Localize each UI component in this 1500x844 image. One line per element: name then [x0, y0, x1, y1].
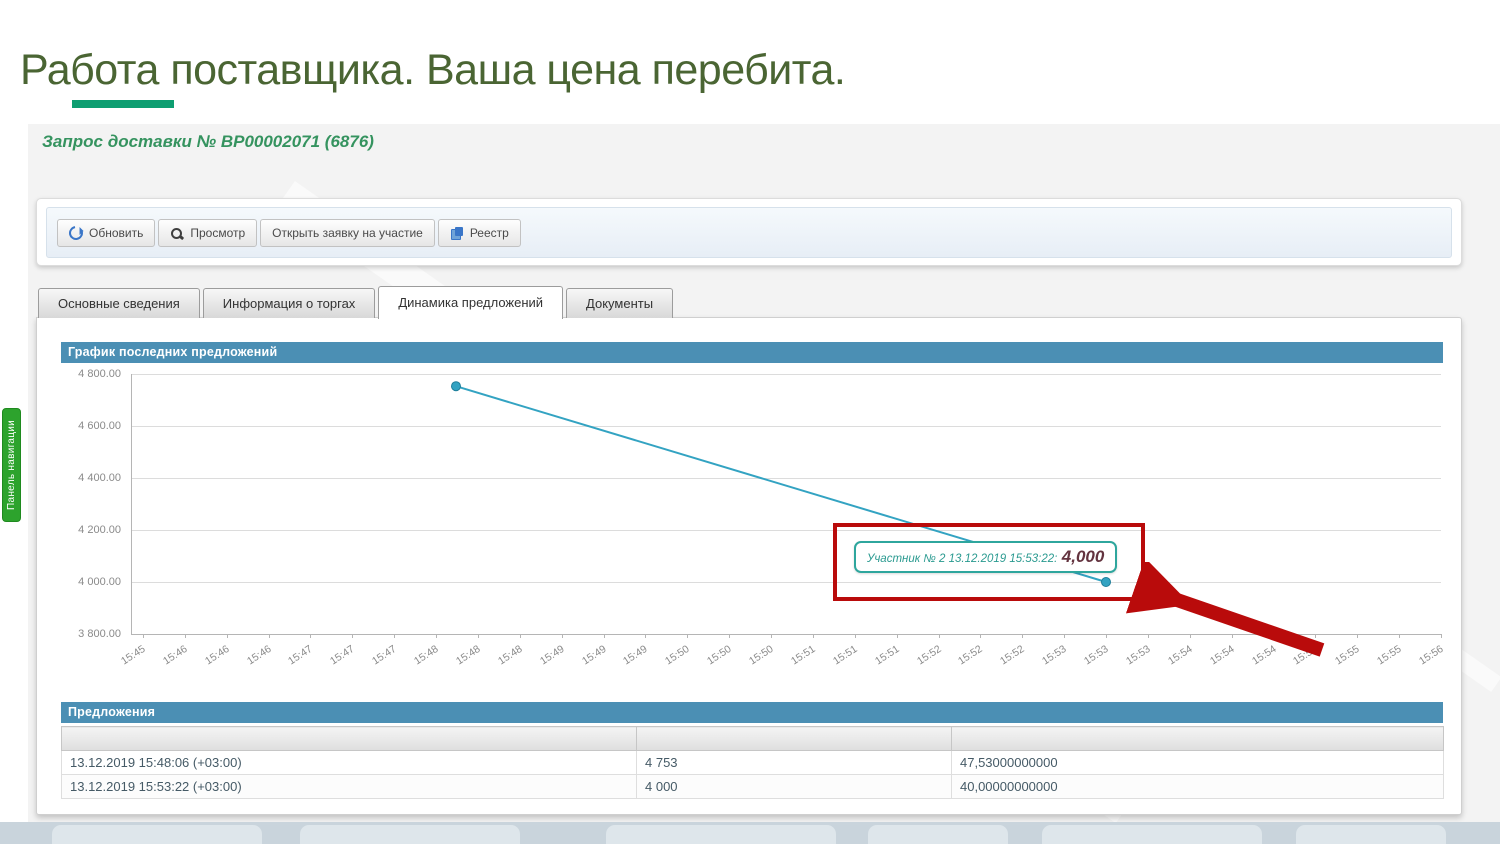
offers-table-body: 13.12.2019 15:48:06 (+03:00) 4 753 47,53…: [62, 751, 1444, 799]
toolbar-button-label: Просмотр: [190, 226, 245, 240]
title-underline: [72, 100, 174, 108]
toolbar: Обновить Просмотр Открыть заявку на учас…: [46, 207, 1452, 258]
offer-cell-unit-price: 47,53000000000: [952, 751, 1444, 775]
annotation-rectangle: [833, 523, 1145, 601]
taskbar-item: [606, 825, 836, 844]
annotation-arrow: [1108, 562, 1338, 662]
toolbar-button-label: Обновить: [89, 226, 143, 240]
chart-data-point[interactable]: [452, 382, 461, 391]
offer-cell-price: 4 000: [637, 775, 952, 799]
tab-label: Динамика предложений: [398, 295, 543, 310]
offer-cell-time: 13.12.2019 15:53:22 (+03:00): [62, 775, 637, 799]
offer-row[interactable]: 13.12.2019 15:53:22 (+03:00) 4 000 40,00…: [62, 775, 1444, 799]
taskbar-item: [300, 825, 520, 844]
slide-title: Работа поставщика. Ваша цена перебита.: [20, 46, 845, 95]
tab-label: Основные сведения: [58, 296, 180, 311]
tab[interactable]: Динамика предложений: [378, 286, 563, 319]
offer-cell-unit-price: 40,00000000000: [952, 775, 1444, 799]
page-title: Запрос доставки № ВР00002071 (6876): [42, 132, 374, 152]
toolbar-card: Обновить Просмотр Открыть заявку на учас…: [36, 198, 1462, 266]
offers-table-column-header[interactable]: [952, 727, 1444, 751]
taskbar-item: [1296, 825, 1446, 844]
chart-section-header: График последних предложений: [61, 342, 1443, 363]
tab[interactable]: Документы: [566, 288, 673, 318]
offers-section-header: Предложения: [61, 702, 1443, 723]
taskbar-item: [1042, 825, 1262, 844]
offer-row[interactable]: 13.12.2019 15:48:06 (+03:00) 4 753 47,53…: [62, 751, 1444, 775]
toolbar-button-label: Открыть заявку на участие: [272, 226, 423, 240]
taskbar-item: [52, 825, 262, 844]
slide-canvas: Работа поставщика. Ваша цена перебита. З…: [0, 0, 1500, 844]
tab-label: Документы: [586, 296, 653, 311]
toolbar-button[interactable]: Просмотр: [158, 219, 257, 247]
tab[interactable]: Основные сведения: [38, 288, 200, 318]
preview-icon: [170, 226, 184, 240]
offers-table-column-header[interactable]: [637, 727, 952, 751]
toolbar-button[interactable]: Реестр: [438, 219, 521, 247]
taskbar-strip: [0, 822, 1500, 844]
taskbar-item: [868, 825, 1008, 844]
offer-cell-price: 4 753: [637, 751, 952, 775]
offers-table-column-header[interactable]: [62, 727, 637, 751]
registry-icon: [450, 226, 464, 240]
offers-table: 13.12.2019 15:48:06 (+03:00) 4 753 47,53…: [61, 726, 1444, 799]
nav-panel-label: Панель навигации: [6, 420, 17, 510]
nav-panel-tab[interactable]: Панель навигации: [2, 408, 21, 522]
offers-table-header-row: [62, 727, 1444, 751]
offer-cell-time: 13.12.2019 15:48:06 (+03:00): [62, 751, 637, 775]
tab-label: Информация о торгах: [223, 296, 356, 311]
toolbar-button-label: Реестр: [470, 226, 509, 240]
toolbar-button[interactable]: Обновить: [57, 219, 155, 247]
tab[interactable]: Информация о торгах: [203, 288, 376, 318]
toolbar-button[interactable]: Открыть заявку на участие: [260, 219, 435, 247]
refresh-icon: [66, 223, 85, 242]
tab-bar: Основные сведения Информация о торгах Ди…: [38, 286, 673, 319]
